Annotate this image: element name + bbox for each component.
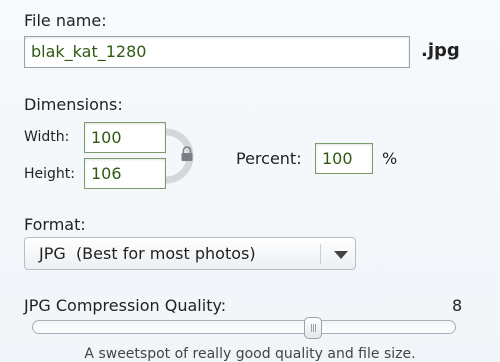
percent-input[interactable]: 100 — [315, 143, 373, 174]
file-extension: .jpg — [421, 40, 460, 61]
percent-label: Percent: — [236, 149, 302, 168]
quality-slider-thumb[interactable] — [304, 317, 322, 339]
chevron-down-icon[interactable] — [334, 251, 348, 259]
lock-icon — [181, 146, 193, 161]
quality-slider-track[interactable] — [32, 317, 456, 339]
quality-value: 8 — [452, 296, 463, 315]
file-name-label: File name: — [24, 11, 107, 30]
grip-line — [313, 324, 314, 332]
file-name-input[interactable]: blak_kat_1280 — [24, 36, 410, 68]
dimensions-label: Dimensions: — [24, 95, 123, 114]
grip-line — [311, 324, 312, 332]
quality-label: JPG Compression Quality: — [24, 296, 227, 315]
height-label: Height: — [24, 166, 75, 182]
width-input[interactable]: 100 — [84, 122, 166, 153]
select-divider — [320, 244, 321, 264]
height-input[interactable]: 106 — [84, 158, 166, 189]
quality-hint: A sweetspot of really good quality and f… — [84, 346, 416, 362]
format-selected-value: JPG (Best for most photos) — [39, 244, 256, 263]
width-label: Width: — [24, 129, 70, 145]
format-select[interactable]: JPG (Best for most photos) — [24, 237, 356, 270]
grip-line — [315, 324, 316, 332]
percent-unit: % — [382, 149, 398, 168]
format-label: Format: — [24, 215, 86, 234]
